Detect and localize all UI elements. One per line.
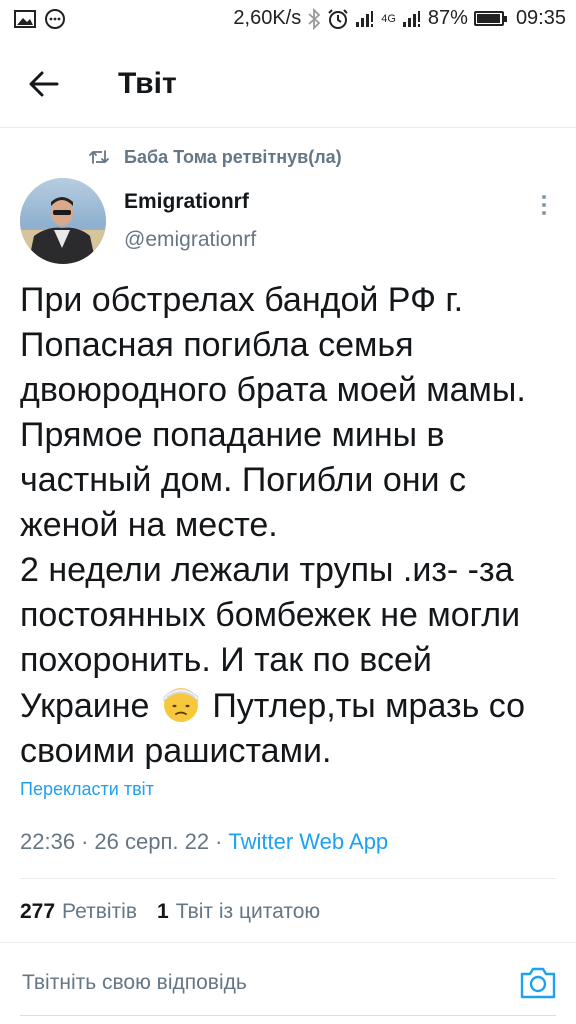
more-dot-icon bbox=[542, 211, 546, 215]
avatar[interactable] bbox=[20, 178, 106, 264]
tweet-source-link[interactable]: Twitter Web App bbox=[228, 829, 388, 855]
avatar-photo bbox=[20, 178, 106, 264]
quotes-label: Твіт із цитатою bbox=[175, 900, 321, 923]
reply-underline bbox=[20, 1015, 556, 1016]
tweet-text: При обстрелах бандой РФ г. Попасная поги… bbox=[20, 278, 565, 774]
retweets-stat[interactable]: 277 Ретвітів bbox=[20, 900, 137, 924]
retweet-context-label: Баба Тома ретвітнув(ла) bbox=[124, 146, 342, 167]
status-bar: 2,60K/s 4G 87% 09:35 bbox=[0, 0, 576, 40]
camera-icon bbox=[520, 967, 556, 999]
reply-bar: Твітніть свою відповідь bbox=[0, 943, 576, 1024]
app-header: Твіт bbox=[0, 40, 576, 128]
arrow-left-icon bbox=[29, 71, 59, 97]
quotes-stat[interactable]: 1 Твіт із цитатою bbox=[157, 900, 320, 924]
meta-separator: · bbox=[215, 829, 223, 854]
gallery-notification-icon bbox=[14, 10, 36, 28]
divider bbox=[20, 878, 556, 879]
quotes-count: 1 bbox=[157, 900, 169, 923]
clock: 09:35 bbox=[515, 7, 566, 29]
tweet-time: 22:36 bbox=[20, 829, 76, 854]
tweet-text-part1: При обстрелах бандой РФ г. Попасная поги… bbox=[20, 281, 526, 725]
retweet-icon bbox=[89, 150, 109, 164]
author-handle[interactable]: @emigrationrf bbox=[124, 228, 256, 252]
retweets-label: Ретвітів bbox=[62, 900, 137, 923]
network-type: 4G bbox=[381, 12, 396, 25]
translate-tweet-link[interactable]: Перекласти твіт bbox=[20, 779, 154, 800]
reply-input[interactable]: Твітніть свою відповідь bbox=[22, 971, 247, 995]
tweet-meta: 22:36 · 26 серп. 22 · Twitter Web App bbox=[20, 829, 388, 855]
author-name[interactable]: Emigrationrf bbox=[124, 190, 249, 214]
more-dot-icon bbox=[542, 195, 546, 199]
tweet-detail-screen: 2,60K/s 4G 87% 09:35 Твіт Баба Тома ретв… bbox=[0, 0, 576, 1024]
status-left bbox=[14, 9, 66, 29]
retweet-context[interactable]: Баба Тома ретвітнув(ла) bbox=[88, 144, 342, 170]
signal-icon-2 bbox=[402, 10, 420, 27]
bluetooth-icon bbox=[308, 7, 321, 30]
page-title: Твіт bbox=[118, 67, 177, 100]
signal-icon bbox=[356, 10, 374, 27]
face-with-head-bandage-icon bbox=[163, 688, 199, 722]
tweet-stats: 277 Ретвітів 1 Твіт із цитатою bbox=[20, 900, 320, 924]
tweet-date: 26 серп. 22 bbox=[94, 829, 210, 854]
more-dot-icon bbox=[542, 203, 546, 207]
camera-button[interactable] bbox=[518, 965, 558, 1001]
network-speed: 2,60K/s bbox=[233, 7, 302, 29]
battery-percent: 87% bbox=[427, 7, 468, 29]
retweets-count: 277 bbox=[20, 900, 56, 923]
status-right: 2,60K/s 4G 87% 09:35 bbox=[233, 7, 566, 30]
back-button[interactable] bbox=[22, 64, 66, 104]
alarm-icon bbox=[328, 8, 348, 29]
battery-icon bbox=[473, 11, 507, 26]
message-notification-icon bbox=[45, 9, 65, 29]
meta-separator: · bbox=[81, 829, 89, 854]
more-options-button[interactable] bbox=[532, 190, 556, 220]
